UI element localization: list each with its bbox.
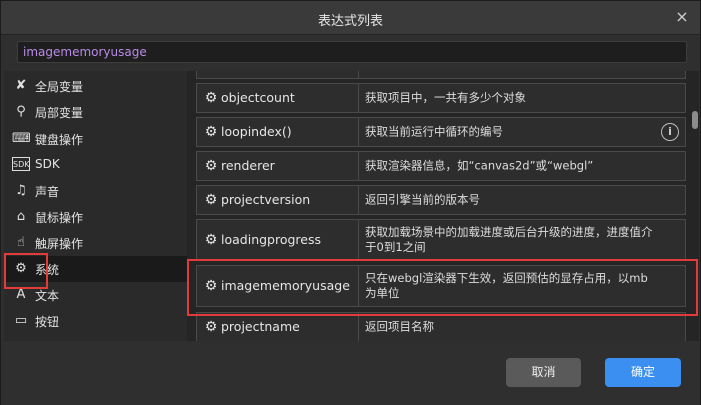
sidebar-item-label: SDK xyxy=(35,157,60,171)
dialog-title: 表达式列表 xyxy=(317,14,383,29)
category-sidebar: ✘ 全局变量 ⚲ 局部变量 ⌨ 键盘操作 SDK SDK ♫ 声音 ⌂ 鼠标操作 ☝ 触屏操作 ⚙ 系统 A 文本… xyxy=(4,71,187,341)
gear-icon: ⚙ xyxy=(204,158,218,174)
x-variable-icon: ✘ xyxy=(15,78,27,93)
close-icon[interactable]: × xyxy=(672,7,692,27)
table-row[interactable]: ⚙ projectversion 返回引擎当前的版本号 xyxy=(196,185,686,215)
expression-description: 获取加载场景中的加载进度或后台升级的进度，进度值介于0到1之间 xyxy=(365,225,653,254)
sidebar-item[interactable]: ⌨ 键盘操作 xyxy=(4,126,187,152)
expression-name-cell[interactable]: ⚙ loadingprogress xyxy=(197,220,359,260)
sidebar-item-label: 按钮 xyxy=(35,315,60,329)
expression-description: 返回项目名称 xyxy=(365,319,434,334)
expression-name-cell[interactable]: ⚙ loopindex() xyxy=(197,118,359,146)
expression-description: 获取项目中，一共有多少个对象 xyxy=(365,90,526,105)
table-row[interactable]: ⚙ projectname 返回项目名称 xyxy=(196,312,686,341)
sidebar-item-label: 全局变量 xyxy=(35,80,84,94)
expression-name-cell[interactable] xyxy=(197,71,359,78)
table-row[interactable]: ⚙ objectcount 获取项目中，一共有多少个对象 xyxy=(196,83,686,113)
info-icon[interactable]: i xyxy=(661,123,679,141)
table-row[interactable]: ⚙ renderer 获取渲染器信息，如“canvas2d”或“webgl” xyxy=(196,151,686,181)
sidebar-item[interactable]: ✘ 全局变量 xyxy=(4,73,187,99)
gear-icon: ⚙ xyxy=(204,232,218,248)
title-bar: 表达式列表 × xyxy=(1,1,700,35)
scrollbar-thumb[interactable] xyxy=(692,111,698,129)
table-row[interactable]: ⚙ loopindex() 获取当前运行中循环的编号 i xyxy=(196,117,686,147)
search-input[interactable]: imagememoryusage xyxy=(17,41,687,63)
sidebar-item[interactable]: ⚲ 局部变量 xyxy=(4,99,187,125)
expression-name-cell[interactable]: ⚙ projectname xyxy=(197,313,359,341)
row-highlight-box xyxy=(187,259,698,316)
expression-name: renderer xyxy=(221,158,275,173)
keyboard-icon: ⌨ xyxy=(12,131,31,146)
expression-description: 获取当前运行中循环的编号 xyxy=(365,124,503,139)
sidebar-item-label: 键盘操作 xyxy=(35,133,84,147)
expression-description: 返回引擎当前的版本号 xyxy=(365,192,480,207)
gear-icon: ⚙ xyxy=(204,319,218,335)
table-row[interactable] xyxy=(196,71,686,79)
expression-name: projectname xyxy=(221,319,300,334)
sidebar-item[interactable]: ⌂ 鼠标操作 xyxy=(4,204,187,230)
search-input-value: imagememoryusage xyxy=(23,45,147,59)
location-pin-icon: ⚲ xyxy=(16,104,26,119)
sidebar-item[interactable]: ♫ 声音 xyxy=(4,178,187,204)
expression-list-dialog: 表达式列表 × imagememoryusage ✘ 全局变量 ⚲ 局部变量 ⌨ 键盘操作… xyxy=(0,0,701,405)
touch-icon: ☝ xyxy=(17,235,25,250)
text-icon: A xyxy=(16,287,26,302)
sidebar-item-label: 触屏操作 xyxy=(35,237,84,251)
expression-name: loadingprogress xyxy=(221,232,322,247)
sidebar-item-label: 文本 xyxy=(35,289,60,303)
dialog-footer: 取消 确定 xyxy=(1,341,700,405)
sidebar-item-label: 声音 xyxy=(35,185,60,199)
sidebar-item-label: 鼠标操作 xyxy=(35,211,84,225)
sidebar-item-label: 局部变量 xyxy=(35,106,84,120)
expression-name: objectcount xyxy=(221,90,295,105)
expression-description: 获取渲染器信息，如“canvas2d”或“webgl” xyxy=(365,158,594,173)
cancel-button[interactable]: 取消 xyxy=(506,358,581,387)
table-row[interactable]: ⚙ loadingprogress 获取加载场景中的加载进度或后台升级的进度，进度值… xyxy=(196,219,686,261)
sidebar-item[interactable]: ▭ 按钮 xyxy=(4,308,187,334)
gear-icon: ⚙ xyxy=(204,90,218,106)
button-icon: ▭ xyxy=(14,313,28,328)
ok-button[interactable]: 确定 xyxy=(605,358,681,387)
sound-wave-icon: ♫ xyxy=(15,183,27,198)
sdk-icon: SDK xyxy=(12,157,30,171)
gear-icon: ⚙ xyxy=(204,124,218,140)
gear-icon: ⚙ xyxy=(204,192,218,208)
sidebar-highlight-box xyxy=(4,253,48,289)
expression-name-cell[interactable]: ⚙ projectversion xyxy=(197,186,359,214)
expression-name-cell[interactable]: ⚙ objectcount xyxy=(197,84,359,112)
expression-name-cell[interactable]: ⚙ renderer xyxy=(197,152,359,180)
expression-name: loopindex() xyxy=(221,124,292,139)
sidebar-item[interactable]: SDK SDK xyxy=(4,152,187,178)
mouse-icon: ⌂ xyxy=(16,209,26,224)
expression-name: projectversion xyxy=(221,192,311,207)
